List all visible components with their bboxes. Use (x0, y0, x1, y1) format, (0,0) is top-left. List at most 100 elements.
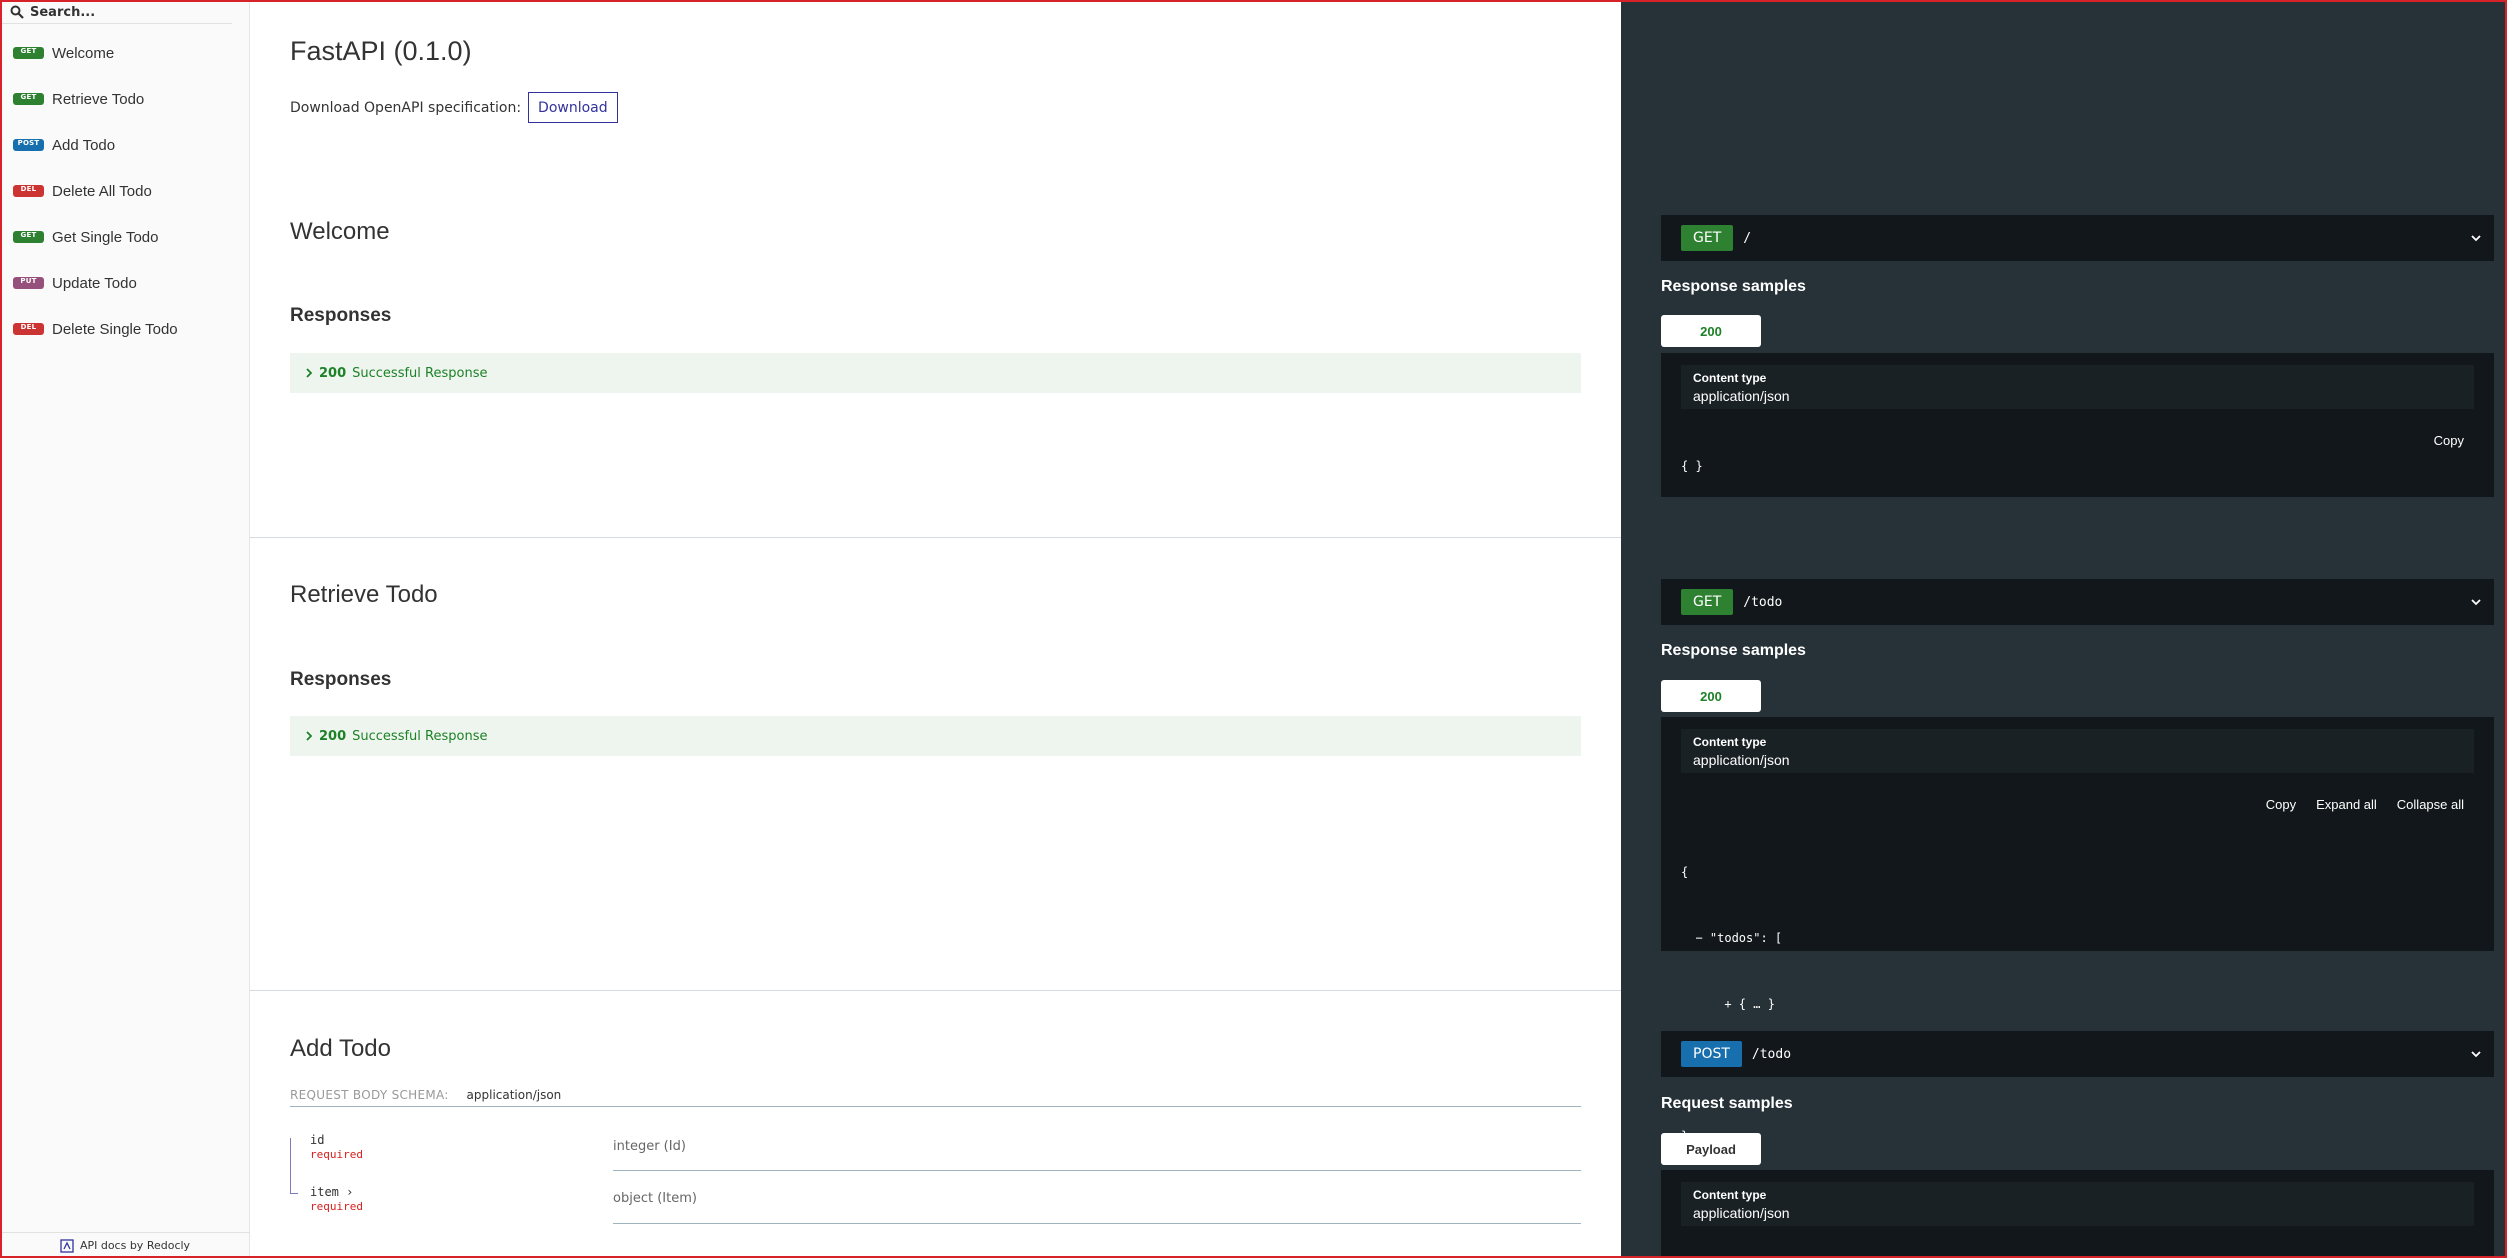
schema-field-id: id required integer (Id) (290, 1132, 1581, 1184)
tree-connector (290, 1138, 298, 1182)
search-input[interactable] (30, 2, 225, 22)
content-type-value: application/json (1693, 388, 1790, 404)
operation-title-add-todo: Add Todo (290, 1035, 391, 1062)
method-badge: DEL (13, 323, 44, 335)
copy-button[interactable]: Copy (2266, 797, 2296, 812)
chevron-right-icon (306, 731, 313, 741)
sidebar-item-label: Delete All Todo (52, 182, 152, 200)
right-panel: GET / Response samples 200 Content type … (1621, 0, 2507, 1258)
field-name: id (310, 1133, 325, 1147)
samples-title: Response samples (1661, 642, 1806, 659)
field-name: item › (310, 1185, 353, 1199)
operation-title-welcome: Welcome (290, 218, 390, 245)
json-line-collapse-toggle[interactable]: − "todos": [ (1681, 927, 1782, 949)
response-code: 200 (319, 728, 347, 744)
content-type-box: Content type application/json (1681, 1182, 2474, 1226)
search-box (0, 0, 232, 24)
sidebar-item-add-todo[interactable]: POST Add Todo (0, 122, 250, 168)
response-code: 200 (319, 365, 347, 381)
download-button[interactable]: Download (528, 92, 618, 123)
method-badge: GET (13, 231, 44, 243)
sample-tools: Copy (2414, 433, 2464, 448)
sidebar-nav: GET Welcome GET Retrieve Todo POST Add T… (0, 30, 250, 352)
redocly-credit-text: API docs by Redocly (79, 1239, 191, 1252)
chevron-down-icon (2471, 1051, 2481, 1058)
field-divider (613, 1223, 1581, 1224)
endpoint-path: /todo (1751, 1046, 1792, 1062)
copy-button[interactable]: Copy (2434, 433, 2464, 448)
sidebar-item-delete-all-todo[interactable]: DEL Delete All Todo (0, 168, 250, 214)
sidebar-item-update-todo[interactable]: PUT Update Todo (0, 260, 250, 306)
sample-container: Content type application/json Copy { } (1661, 353, 2494, 497)
sample-tools: Copy Expand all Collapse all (2246, 797, 2464, 812)
sidebar-item-label: Delete Single Todo (52, 320, 178, 338)
sidebar: GET Welcome GET Retrieve Todo POST Add T… (0, 0, 250, 1258)
sidebar-item-delete-single-todo[interactable]: DEL Delete Single Todo (0, 306, 250, 352)
api-title: FastAPI (0.1.0) (290, 36, 472, 66)
search-icon (10, 5, 24, 19)
chevron-down-icon (2471, 235, 2481, 242)
method-badge: GET (13, 47, 44, 59)
content-type-box: Content type application/json (1681, 729, 2474, 773)
response-200-row[interactable]: 200 Successful Response (290, 353, 1581, 393)
response-text: Successful Response (352, 365, 488, 381)
sidebar-item-label: Update Todo (52, 274, 137, 292)
expand-all-button[interactable]: Expand all (2316, 797, 2377, 812)
field-required: required (310, 1148, 363, 1161)
sidebar-item-label: Welcome (52, 44, 115, 62)
schema-field-item[interactable]: item › required object (Item) (290, 1182, 1581, 1238)
content-type-label: Content type (1693, 371, 1767, 385)
section-divider (250, 537, 1621, 538)
method-badge: PUT (13, 277, 44, 289)
endpoint-toggle[interactable]: GET / (1661, 215, 2494, 261)
sidebar-item-label: Get Single Todo (52, 228, 159, 246)
response-tab-200[interactable]: 200 (1661, 315, 1761, 347)
responses-heading: Responses (290, 305, 392, 326)
json-line: { } (1681, 459, 1703, 473)
responses-heading: Responses (290, 669, 392, 690)
sample-container: Content type application/json (1661, 1170, 2494, 1256)
content-type-value: application/json (1693, 1205, 1790, 1221)
content-type-label: Content type (1693, 1188, 1767, 1202)
redocly-credit-link[interactable]: API docs by Redocly (0, 1232, 250, 1258)
field-type: object (Item) (613, 1191, 697, 1206)
endpoint-toggle[interactable]: GET /todo (1661, 579, 2494, 625)
tree-connector (290, 1182, 298, 1194)
endpoint-path: /todo (1743, 594, 1783, 610)
json-line-expand-toggle[interactable]: + { … } (1681, 993, 1782, 1015)
json-line: { (1681, 865, 1689, 879)
schema-content-type: application/json (466, 1088, 562, 1102)
field-divider (613, 1170, 1581, 1171)
content-type-label: Content type (1693, 735, 1767, 749)
sidebar-item-welcome[interactable]: GET Welcome (0, 30, 250, 76)
request-body-schema-row: REQUEST BODY SCHEMA: application/json (290, 1088, 1581, 1107)
field-type: integer (Id) (613, 1139, 686, 1154)
http-method-badge: POST (1681, 1041, 1742, 1067)
request-tab-payload[interactable]: Payload (1661, 1133, 1761, 1165)
content-type-box: Content type application/json (1681, 365, 2474, 409)
endpoint-toggle[interactable]: POST /todo (1661, 1031, 2494, 1077)
field-name-text: item (310, 1185, 339, 1199)
chevron-right-icon: › (346, 1185, 354, 1199)
response-text: Successful Response (352, 728, 488, 744)
method-badge: POST (13, 139, 44, 151)
collapse-all-button[interactable]: Collapse all (2397, 797, 2464, 812)
samples-title: Request samples (1661, 1095, 1793, 1112)
json-sample: { } (1681, 455, 1703, 477)
samples-title: Response samples (1661, 278, 1806, 295)
method-badge: GET (13, 93, 44, 105)
chevron-down-icon (2471, 599, 2481, 606)
response-200-row[interactable]: 200 Successful Response (290, 716, 1581, 756)
operation-title-retrieve-todo: Retrieve Todo (290, 581, 438, 608)
response-tab-200[interactable]: 200 (1661, 680, 1761, 712)
sidebar-item-get-single-todo[interactable]: GET Get Single Todo (0, 214, 250, 260)
sample-container: Content type application/json Copy Expan… (1661, 717, 2494, 1143)
method-badge: DEL (13, 185, 44, 197)
field-required: required (310, 1200, 363, 1213)
sidebar-item-retrieve-todo[interactable]: GET Retrieve Todo (0, 76, 250, 122)
main-content: FastAPI (0.1.0) Download OpenAPI specifi… (250, 0, 1621, 1258)
content-type-value: application/json (1693, 752, 1790, 768)
endpoint-path: / (1743, 230, 1752, 246)
http-method-badge: GET (1681, 225, 1734, 251)
section-divider (250, 990, 1621, 991)
